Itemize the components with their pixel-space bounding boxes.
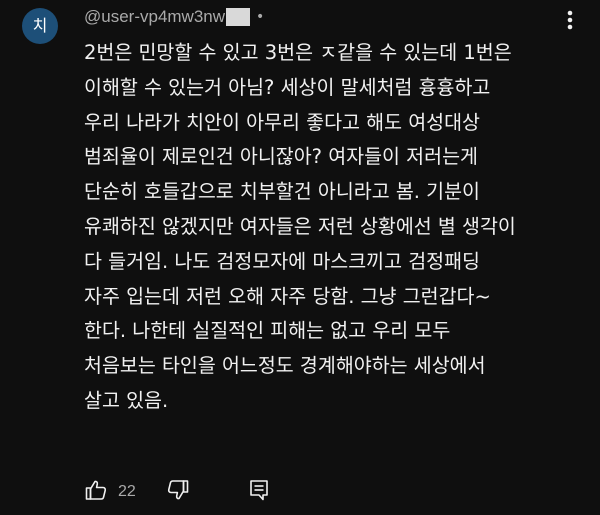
comment-line: 한다. 나한테 실질적인 피해는 없고 우리 모두: [84, 319, 451, 343]
reply-button[interactable]: [248, 478, 270, 506]
thumbs-up-icon[interactable]: [84, 478, 108, 506]
comment-line: 자주 입는데 저런 오해 자주 당함. 그냥 그런갑다~: [84, 284, 491, 308]
more-vertical-icon[interactable]: [560, 6, 580, 34]
comment-line: 이해할 수 있는거 아님? 세상이 말세처럼 흉흉하고: [84, 75, 491, 99]
username[interactable]: @user-vp4mw3nw: [84, 7, 225, 27]
like-button[interactable]: 22: [84, 478, 136, 506]
avatar[interactable]: 치: [22, 8, 58, 44]
thumbs-down-icon[interactable]: [166, 478, 190, 506]
like-count: 22: [118, 483, 136, 500]
comment-line: 범죄율이 제로인건 아니잖아? 여자들이 저러는게: [84, 145, 478, 169]
reply-comment-icon[interactable]: [248, 478, 270, 506]
comment-actions: 22: [84, 478, 270, 506]
redaction-box: [226, 8, 251, 26]
separator-dot: •: [256, 9, 265, 25]
comment-line: 살고 있음.: [84, 388, 169, 412]
dislike-button[interactable]: [166, 478, 190, 506]
comment-header: @user-vp4mw3nw •: [84, 4, 264, 30]
comment-text: 2번은 민망할 수 있고 3번은 ㅈ같을 수 있는데 1번은 이해할 수 있는거…: [84, 36, 584, 419]
comment-line: 2번은 민망할 수 있고 3번은 ㅈ같을 수 있는데 1번은: [84, 41, 512, 64]
comment-card: 치 @user-vp4mw3nw • 2번은 민망할 수 있고 3번은 ㅈ같을 …: [0, 0, 600, 515]
comment-line: 유쾌하진 않겠지만 여자들은 저런 상황에선 별 생각이: [84, 214, 516, 238]
comment-line: 단순히 호들갑으로 치부할건 아니라고 봄. 기분이: [84, 180, 480, 204]
comment-line: 우리 나라가 치안이 아무리 좋다고 해도 여성대상: [84, 110, 480, 134]
comment-line: 처음보는 타인을 어느정도 경계해야하는 세상에서: [84, 354, 486, 378]
comment-line: 다 들거임. 나도 검정모자에 마스크끼고 검정패딩: [84, 249, 480, 273]
